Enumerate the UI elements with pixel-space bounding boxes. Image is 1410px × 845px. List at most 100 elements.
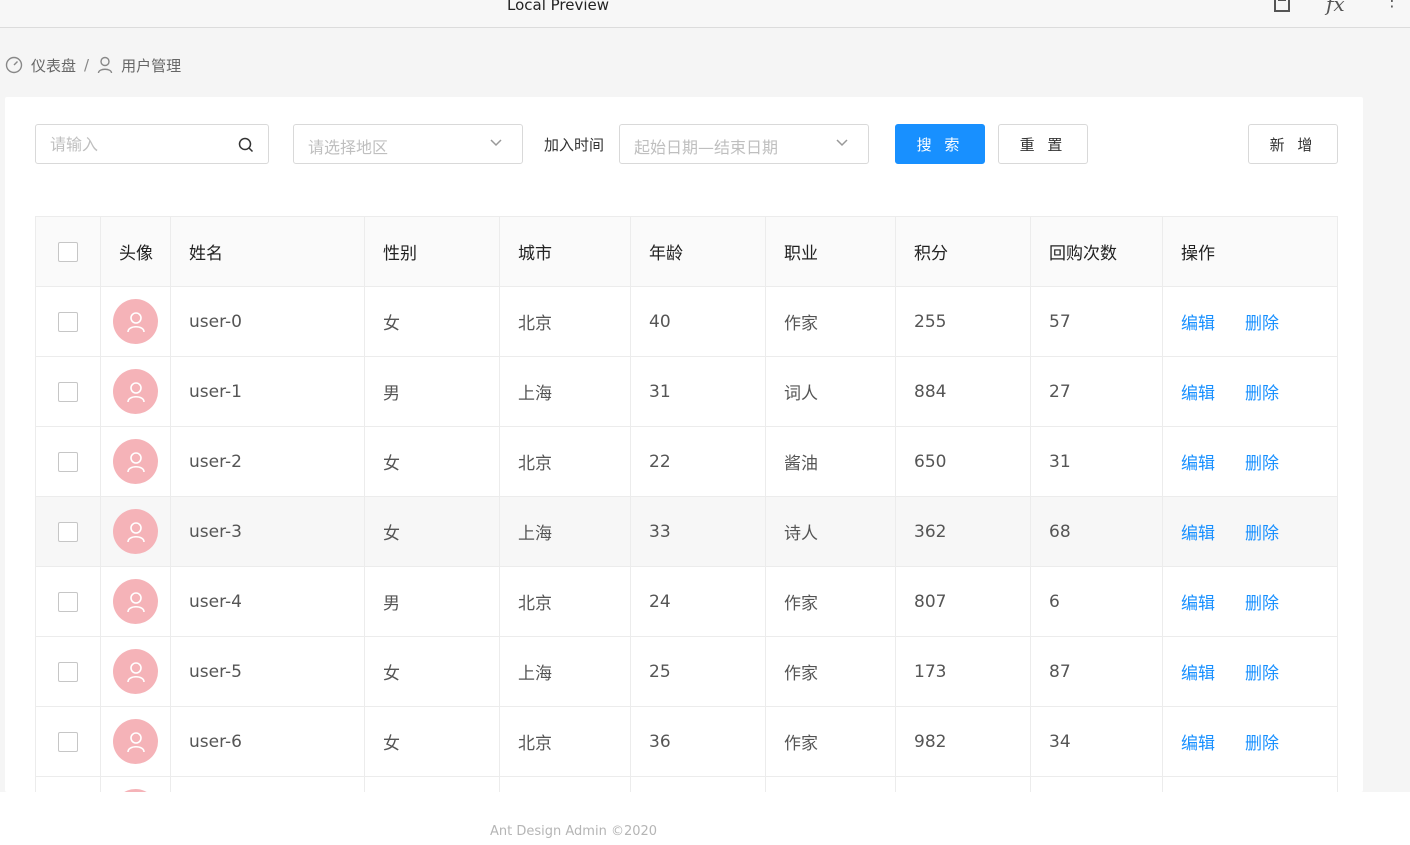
cell-job: 作家: [765, 286, 896, 357]
cell-score: 807: [895, 566, 1031, 637]
cell-repurchase: 31: [1030, 426, 1163, 497]
avatar: [113, 649, 158, 694]
delete-link[interactable]: 删除: [1245, 734, 1279, 754]
edit-link[interactable]: 编辑: [1181, 454, 1215, 474]
column-header: 姓名: [170, 216, 365, 287]
row-checkbox[interactable]: [58, 311, 78, 332]
cell-repurchase: 57: [1030, 286, 1163, 357]
search-input[interactable]: [36, 125, 226, 163]
cell-score: 173: [895, 636, 1031, 707]
user-avatar-icon: [126, 591, 145, 612]
avatar-cell: [100, 566, 171, 637]
avatar-cell: [100, 426, 171, 497]
cell-job: 作家: [765, 636, 896, 707]
cell-age: 25: [630, 636, 766, 707]
avatar-cell: [100, 636, 171, 707]
table-row[interactable]: user-1 男上海 31 词人 884 27 编辑 删除: [35, 356, 1338, 427]
add-button[interactable]: 新 增: [1248, 124, 1338, 164]
edit-link[interactable]: 编辑: [1181, 314, 1215, 334]
search-icon[interactable]: [238, 137, 254, 153]
cell-name: user-4: [170, 566, 365, 637]
cell-city: 北京: [499, 706, 631, 777]
row-checkbox[interactable]: [58, 451, 78, 472]
user-avatar-icon: [126, 731, 145, 752]
cell-city: 上海: [499, 636, 631, 707]
column-header: 操作: [1162, 216, 1338, 287]
cell-actions: 编辑 删除: [1162, 706, 1338, 777]
row-checkbox[interactable]: [58, 731, 78, 752]
row-checkbox[interactable]: [58, 661, 78, 682]
cell-city: 北京: [499, 566, 631, 637]
column-header: 城市: [499, 216, 631, 287]
cell-gender: 女: [364, 496, 500, 567]
cell-actions: 编辑 删除: [1162, 566, 1338, 637]
cell-job: 作家: [765, 706, 896, 777]
chevron-down-icon: [490, 139, 502, 147]
cell-name: user-6: [170, 706, 365, 777]
cell-repurchase: 87: [1030, 636, 1163, 707]
cell-gender: 女: [364, 706, 500, 777]
delete-link[interactable]: 删除: [1245, 314, 1279, 334]
table-row[interactable]: user-4 男北京 24 作家 807 6 编辑 删除: [35, 566, 1338, 637]
select-all-checkbox[interactable]: [58, 241, 78, 262]
row-checkbox[interactable]: [58, 381, 78, 402]
cell-age: 24: [630, 566, 766, 637]
cell-gender: 女: [364, 286, 500, 357]
delete-link[interactable]: 删除: [1245, 454, 1279, 474]
breadcrumb-dashboard[interactable]: 仪表盘: [31, 55, 76, 76]
cell-actions: 编辑 删除: [1162, 496, 1338, 567]
join-time-label: 加入时间: [544, 136, 605, 154]
cell-age: 33: [630, 496, 766, 567]
date-range-select[interactable]: 起始日期—结束日期: [619, 124, 869, 164]
table-row[interactable]: user-5 女上海 25 作家 173 87 编辑 删除: [35, 636, 1338, 707]
cell-actions: 编辑 删除: [1162, 636, 1338, 707]
user-avatar-icon: [126, 661, 145, 682]
cell-name: user-1: [170, 356, 365, 427]
user-avatar-icon: [126, 311, 145, 332]
column-header: 头像: [100, 216, 171, 287]
row-select-cell: [35, 706, 101, 777]
delete-link[interactable]: 删除: [1245, 664, 1279, 684]
cell-age: 40: [630, 286, 766, 357]
row-select-cell: [35, 496, 101, 567]
cell-city: 上海: [499, 496, 631, 567]
reset-button[interactable]: 重 置: [998, 124, 1088, 164]
avatar: [113, 719, 158, 764]
delete-link[interactable]: 删除: [1245, 524, 1279, 544]
table-row[interactable]: user-0 女北京 40 作家 255 57 编辑 删除: [35, 286, 1338, 357]
date-range-placeholder: 起始日期—结束日期: [634, 138, 779, 157]
footer-text: Ant Design Admin ©2020: [490, 824, 658, 839]
table-row[interactable]: [35, 776, 1338, 792]
cell-actions: 编辑 删除: [1162, 286, 1338, 357]
edit-link[interactable]: 编辑: [1181, 524, 1215, 544]
table-row[interactable]: user-6 女北京 36 作家 982 34 编辑 删除: [35, 706, 1338, 777]
delete-link[interactable]: 删除: [1245, 594, 1279, 614]
region-select[interactable]: 请选择地区: [293, 124, 523, 164]
users-table: 头像 姓名 性别 城市 年龄 职业 积分 回购次数 操作 user-0 女北京 40…: [35, 216, 1338, 792]
row-checkbox[interactable]: [58, 521, 78, 542]
table-row[interactable]: user-3 女上海 33 诗人 362 68 编辑 删除: [35, 496, 1338, 567]
delete-link[interactable]: 删除: [1245, 384, 1279, 404]
breadcrumb: 仪表盘 / 用户管理: [5, 54, 181, 76]
cell-actions: 编辑 删除: [1162, 426, 1338, 497]
table-row[interactable]: user-2 女北京 22 酱油 650 31 编辑 删除: [35, 426, 1338, 497]
more-vertical-icon[interactable]: ⋮: [1384, 0, 1400, 9]
user-avatar-icon: [126, 521, 145, 542]
row-select-cell: [35, 636, 101, 707]
edit-link[interactable]: 编辑: [1181, 664, 1215, 684]
cell-actions: 编辑 删除: [1162, 356, 1338, 427]
edit-link[interactable]: 编辑: [1181, 594, 1215, 614]
edit-link[interactable]: 编辑: [1181, 384, 1215, 404]
search-button[interactable]: 搜 索: [895, 124, 985, 164]
formula-icon[interactable]: fx: [1326, 0, 1345, 16]
select-all-cell: [35, 216, 101, 287]
document-icon[interactable]: [1274, 0, 1290, 12]
search-input-wrapper[interactable]: [35, 124, 269, 164]
avatar-cell: [100, 706, 171, 777]
cell-repurchase: 27: [1030, 356, 1163, 427]
breadcrumb-separator: /: [84, 56, 90, 74]
avatar: [113, 299, 158, 344]
edit-link[interactable]: 编辑: [1181, 734, 1215, 754]
row-checkbox[interactable]: [58, 591, 78, 612]
column-header: 积分: [895, 216, 1031, 287]
